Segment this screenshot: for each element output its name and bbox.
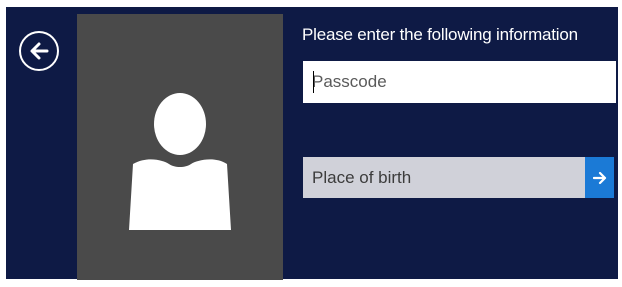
right-arrow-icon bbox=[592, 171, 606, 184]
submit-button[interactable] bbox=[585, 157, 614, 198]
place-of-birth-field[interactable]: Place of birth bbox=[303, 157, 585, 198]
back-button[interactable] bbox=[19, 31, 59, 71]
place-of-birth-label: Place of birth bbox=[312, 167, 412, 187]
back-arrow-icon bbox=[30, 42, 49, 60]
user-silhouette-icon bbox=[129, 93, 231, 230]
text-caret bbox=[313, 71, 314, 93]
instruction-text: Please enter the following information bbox=[302, 25, 578, 44]
user-tile bbox=[77, 14, 283, 280]
passcode-input[interactable] bbox=[303, 61, 616, 103]
